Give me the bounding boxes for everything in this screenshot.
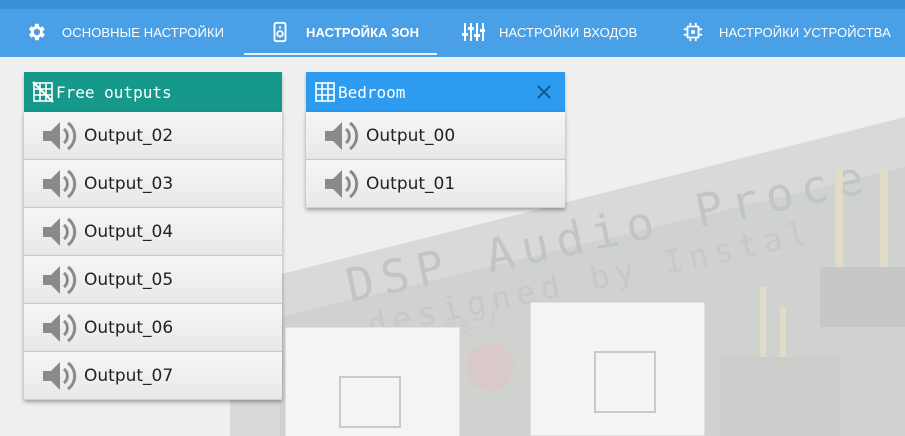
output-item[interactable]: Output_02 <box>24 112 282 160</box>
volume-icon <box>40 260 80 300</box>
tab-label: НАСТРОЙКА ЗОН <box>306 24 420 40</box>
speaker-icon <box>268 20 292 44</box>
equalizer-icon <box>461 20 485 44</box>
tab-label: НАСТРОЙКИ УСТРОЙСТВА <box>719 24 891 40</box>
tab-label: НАСТРОЙКИ ВХОДОВ <box>499 24 638 40</box>
volume-icon <box>40 116 80 156</box>
free-outputs-panel: Free outputs Output_02 Output_03 Output_… <box>24 72 282 400</box>
tab-device-settings[interactable]: НАСТРОЙКИ УСТРОЙСТВА <box>681 9 891 55</box>
volume-icon <box>322 164 362 204</box>
bedroom-zone-panel: Bedroom Output_00 Output_01 <box>306 72 565 208</box>
tab-zone-settings[interactable]: НАСТРОЙКА ЗОН <box>268 9 419 55</box>
volume-icon <box>40 164 80 204</box>
volume-icon <box>322 116 362 156</box>
output-label: Output_06 <box>84 317 174 338</box>
grid-icon <box>314 81 336 103</box>
output-item[interactable]: Output_03 <box>24 160 282 208</box>
panel-title: Free outputs <box>56 82 172 102</box>
output-item[interactable]: Output_04 <box>24 208 282 256</box>
volume-icon <box>40 308 80 348</box>
output-item[interactable]: Output_07 <box>24 352 282 400</box>
output-label: Output_05 <box>84 269 174 290</box>
output-label: Output_04 <box>84 221 174 242</box>
output-label: Output_00 <box>366 125 456 146</box>
close-icon[interactable] <box>535 83 553 101</box>
output-item[interactable]: Output_00 <box>306 112 565 160</box>
output-label: Output_03 <box>84 173 174 194</box>
gear-icon <box>24 20 48 44</box>
free-outputs-header: Free outputs <box>24 72 282 112</box>
output-label: Output_07 <box>84 365 174 386</box>
top-strip <box>0 0 905 9</box>
output-label: Output_02 <box>84 125 174 146</box>
chip-icon <box>681 20 705 44</box>
no-grid-icon <box>32 81 54 103</box>
output-item[interactable]: Output_05 <box>24 256 282 304</box>
output-label: Output_01 <box>366 173 456 194</box>
tab-main-settings[interactable]: ОСНОВНЫЕ НАСТРОЙКИ <box>24 9 224 55</box>
output-item[interactable]: Output_06 <box>24 304 282 352</box>
output-item[interactable]: Output_01 <box>306 160 565 208</box>
active-tab-indicator <box>244 53 437 55</box>
volume-icon <box>40 356 80 396</box>
panel-title: Bedroom <box>338 82 406 102</box>
tab-input-settings[interactable]: НАСТРОЙКИ ВХОДОВ <box>461 9 637 55</box>
tab-label: ОСНОВНЫЕ НАСТРОЙКИ <box>62 24 225 40</box>
bedroom-zone-header: Bedroom <box>306 72 565 112</box>
volume-icon <box>40 212 80 252</box>
